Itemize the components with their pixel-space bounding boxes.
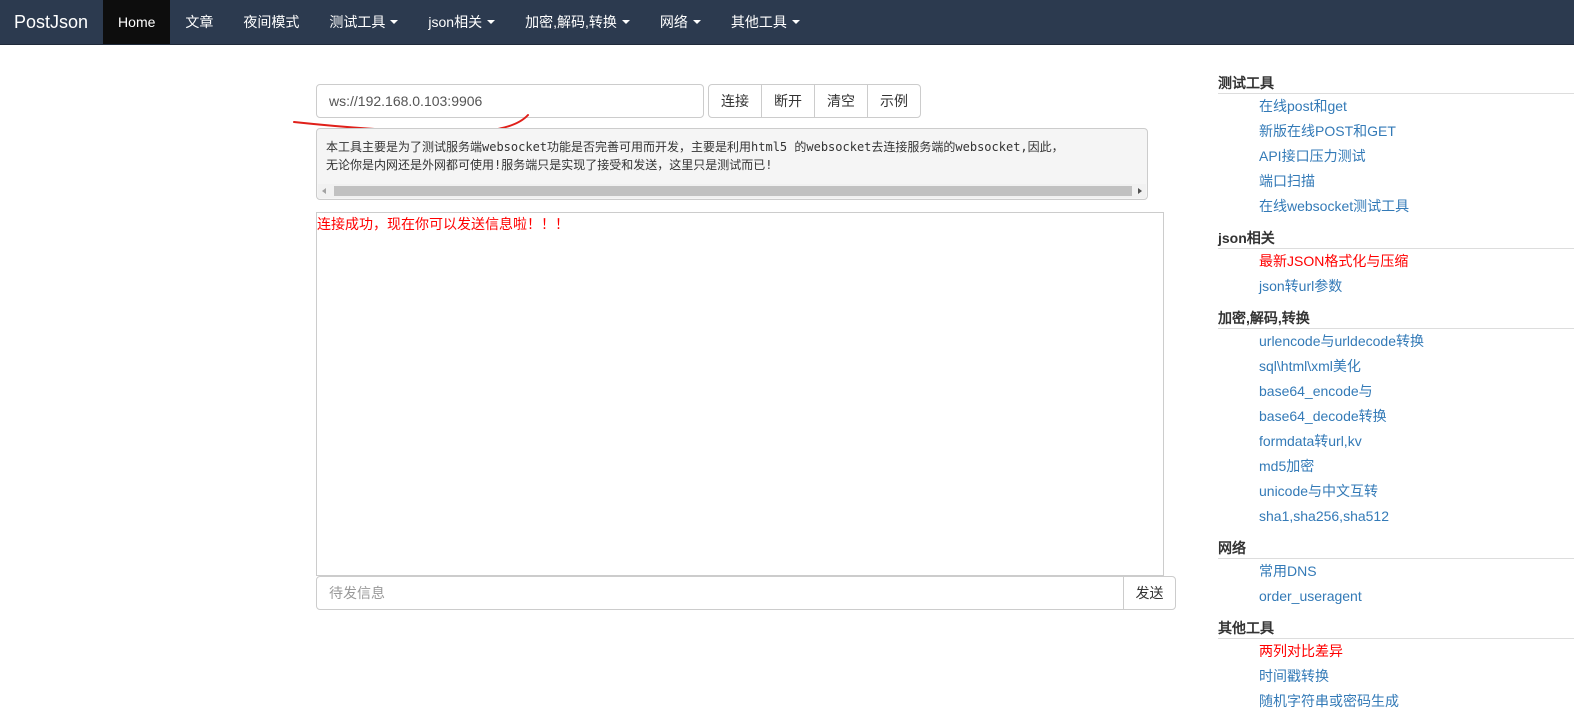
nav-json-dropdown[interactable]: json相关 [413, 0, 510, 44]
description-line: 无论你是内网还是外网都可使用!服务端只是实现了接受和发送，这里只是测试而已! [326, 158, 773, 172]
caret-down-icon [621, 20, 630, 24]
description-box: 本工具主要是为了测试服务端websocket功能是否完善可用而开发，主要是利用h… [316, 128, 1148, 200]
nav-label: 其他工具 [730, 14, 787, 30]
sidebar-heading: 其他工具 [1218, 618, 1574, 639]
sidebar-link[interactable]: urlencode与urldecode转换 [1218, 329, 1574, 354]
tools-sidebar: 测试工具 在线post和get 新版在线POST和GET API接口压力测试 端… [1218, 73, 1574, 723]
sidebar-group-other-tools: 其他工具 两列对比差异 时间戳转换 随机字符串或密码生成 [1218, 618, 1574, 714]
sidebar-link[interactable]: 在线websocket测试工具 [1218, 194, 1574, 219]
nav-night-mode[interactable]: 夜间模式 [228, 0, 314, 44]
nav-other-tools-dropdown[interactable]: 其他工具 [716, 0, 815, 44]
message-log[interactable]: 连接成功，现在你可以发送信息啦！！！ [316, 212, 1164, 576]
sidebar-link[interactable]: 常用DNS [1218, 559, 1574, 584]
sidebar-link-hot[interactable]: 两列对比差异 [1218, 639, 1574, 664]
sidebar-link[interactable]: md5加密 [1218, 454, 1574, 479]
sidebar-link-hot[interactable]: 最新JSON格式化与压缩 [1218, 249, 1574, 274]
nav-label: 夜间模式 [243, 14, 300, 30]
disconnect-button[interactable]: 断开 [761, 84, 815, 118]
nav-articles[interactable]: 文章 [170, 0, 228, 44]
sidebar-link[interactable]: 端口扫描 [1218, 169, 1574, 194]
sidebar-link[interactable]: 时间戳转换 [1218, 664, 1574, 689]
message-input[interactable] [316, 576, 1124, 610]
caret-down-icon [390, 20, 399, 24]
description-line: 本工具主要是为了测试服务端websocket功能是否完善可用而开发，主要是利用h… [326, 140, 1064, 154]
sidebar-link[interactable]: 随机字符串或密码生成 [1218, 689, 1574, 714]
horizontal-scrollbar[interactable] [318, 184, 1146, 198]
brand-logo[interactable]: PostJson [0, 0, 103, 44]
top-navbar: PostJson Home 文章 夜间模式 测试工具 json相关 加密,解码,… [0, 0, 1574, 45]
description-text: 本工具主要是为了测试服务端websocket功能是否完善可用而开发，主要是利用h… [317, 129, 1147, 174]
sidebar-group-network: 网络 常用DNS order_useragent [1218, 538, 1574, 609]
clear-button[interactable]: 清空 [814, 84, 868, 118]
nav-home[interactable]: Home [103, 0, 171, 44]
sidebar-heading: 加密,解码,转换 [1218, 308, 1574, 329]
sidebar-link[interactable]: json转url参数 [1218, 274, 1574, 299]
nav-label: 文章 [185, 14, 214, 30]
sidebar-link[interactable]: unicode与中文互转 [1218, 479, 1574, 504]
sidebar-link[interactable]: sql\html\xml美化 [1218, 354, 1574, 379]
sidebar-group-test-tools: 测试工具 在线post和get 新版在线POST和GET API接口压力测试 端… [1218, 73, 1574, 219]
scroll-right-icon[interactable] [1138, 188, 1142, 194]
sidebar-link[interactable]: base64_encode与 [1218, 379, 1574, 404]
caret-down-icon [487, 20, 496, 24]
nav-encode-dropdown[interactable]: 加密,解码,转换 [510, 0, 645, 44]
nav-label: json相关 [428, 14, 483, 30]
sidebar-link[interactable]: base64_decode转换 [1218, 404, 1574, 429]
sidebar-heading: 测试工具 [1218, 73, 1574, 94]
sidebar-group-json: json相关 最新JSON格式化与压缩 json转url参数 [1218, 228, 1574, 299]
nav-label: Home [118, 14, 156, 30]
connect-button[interactable]: 连接 [708, 84, 762, 118]
status-message: 连接成功，现在你可以发送信息啦！！！ [317, 216, 569, 232]
caret-down-icon [791, 20, 800, 24]
sidebar-link[interactable]: 在线post和get [1218, 94, 1574, 119]
connection-button-group: 连接 断开 清空 示例 [708, 84, 921, 118]
sidebar-link[interactable]: formdata转url,kv [1218, 429, 1574, 454]
sidebar-heading: json相关 [1218, 228, 1574, 249]
example-button[interactable]: 示例 [867, 84, 921, 118]
caret-down-icon [692, 20, 701, 24]
nav-label: 网络 [659, 14, 688, 30]
sidebar-link[interactable]: sha1,sha256,sha512 [1218, 504, 1574, 529]
sidebar-link[interactable]: order_useragent [1218, 584, 1574, 609]
sidebar-link[interactable]: 新版在线POST和GET [1218, 119, 1574, 144]
send-button[interactable]: 发送 [1123, 576, 1176, 610]
sidebar-link[interactable]: API接口压力测试 [1218, 144, 1574, 169]
nav-label: 测试工具 [329, 14, 386, 30]
scrollbar-thumb[interactable] [334, 186, 1132, 196]
scroll-left-icon[interactable] [322, 188, 326, 194]
sidebar-group-encoding: 加密,解码,转换 urlencode与urldecode转换 sql\html\… [1218, 308, 1574, 529]
nav-label: 加密,解码,转换 [525, 14, 617, 30]
nav-test-tools-dropdown[interactable]: 测试工具 [314, 0, 413, 44]
sidebar-heading: 网络 [1218, 538, 1574, 559]
nav-network-dropdown[interactable]: 网络 [645, 0, 716, 44]
